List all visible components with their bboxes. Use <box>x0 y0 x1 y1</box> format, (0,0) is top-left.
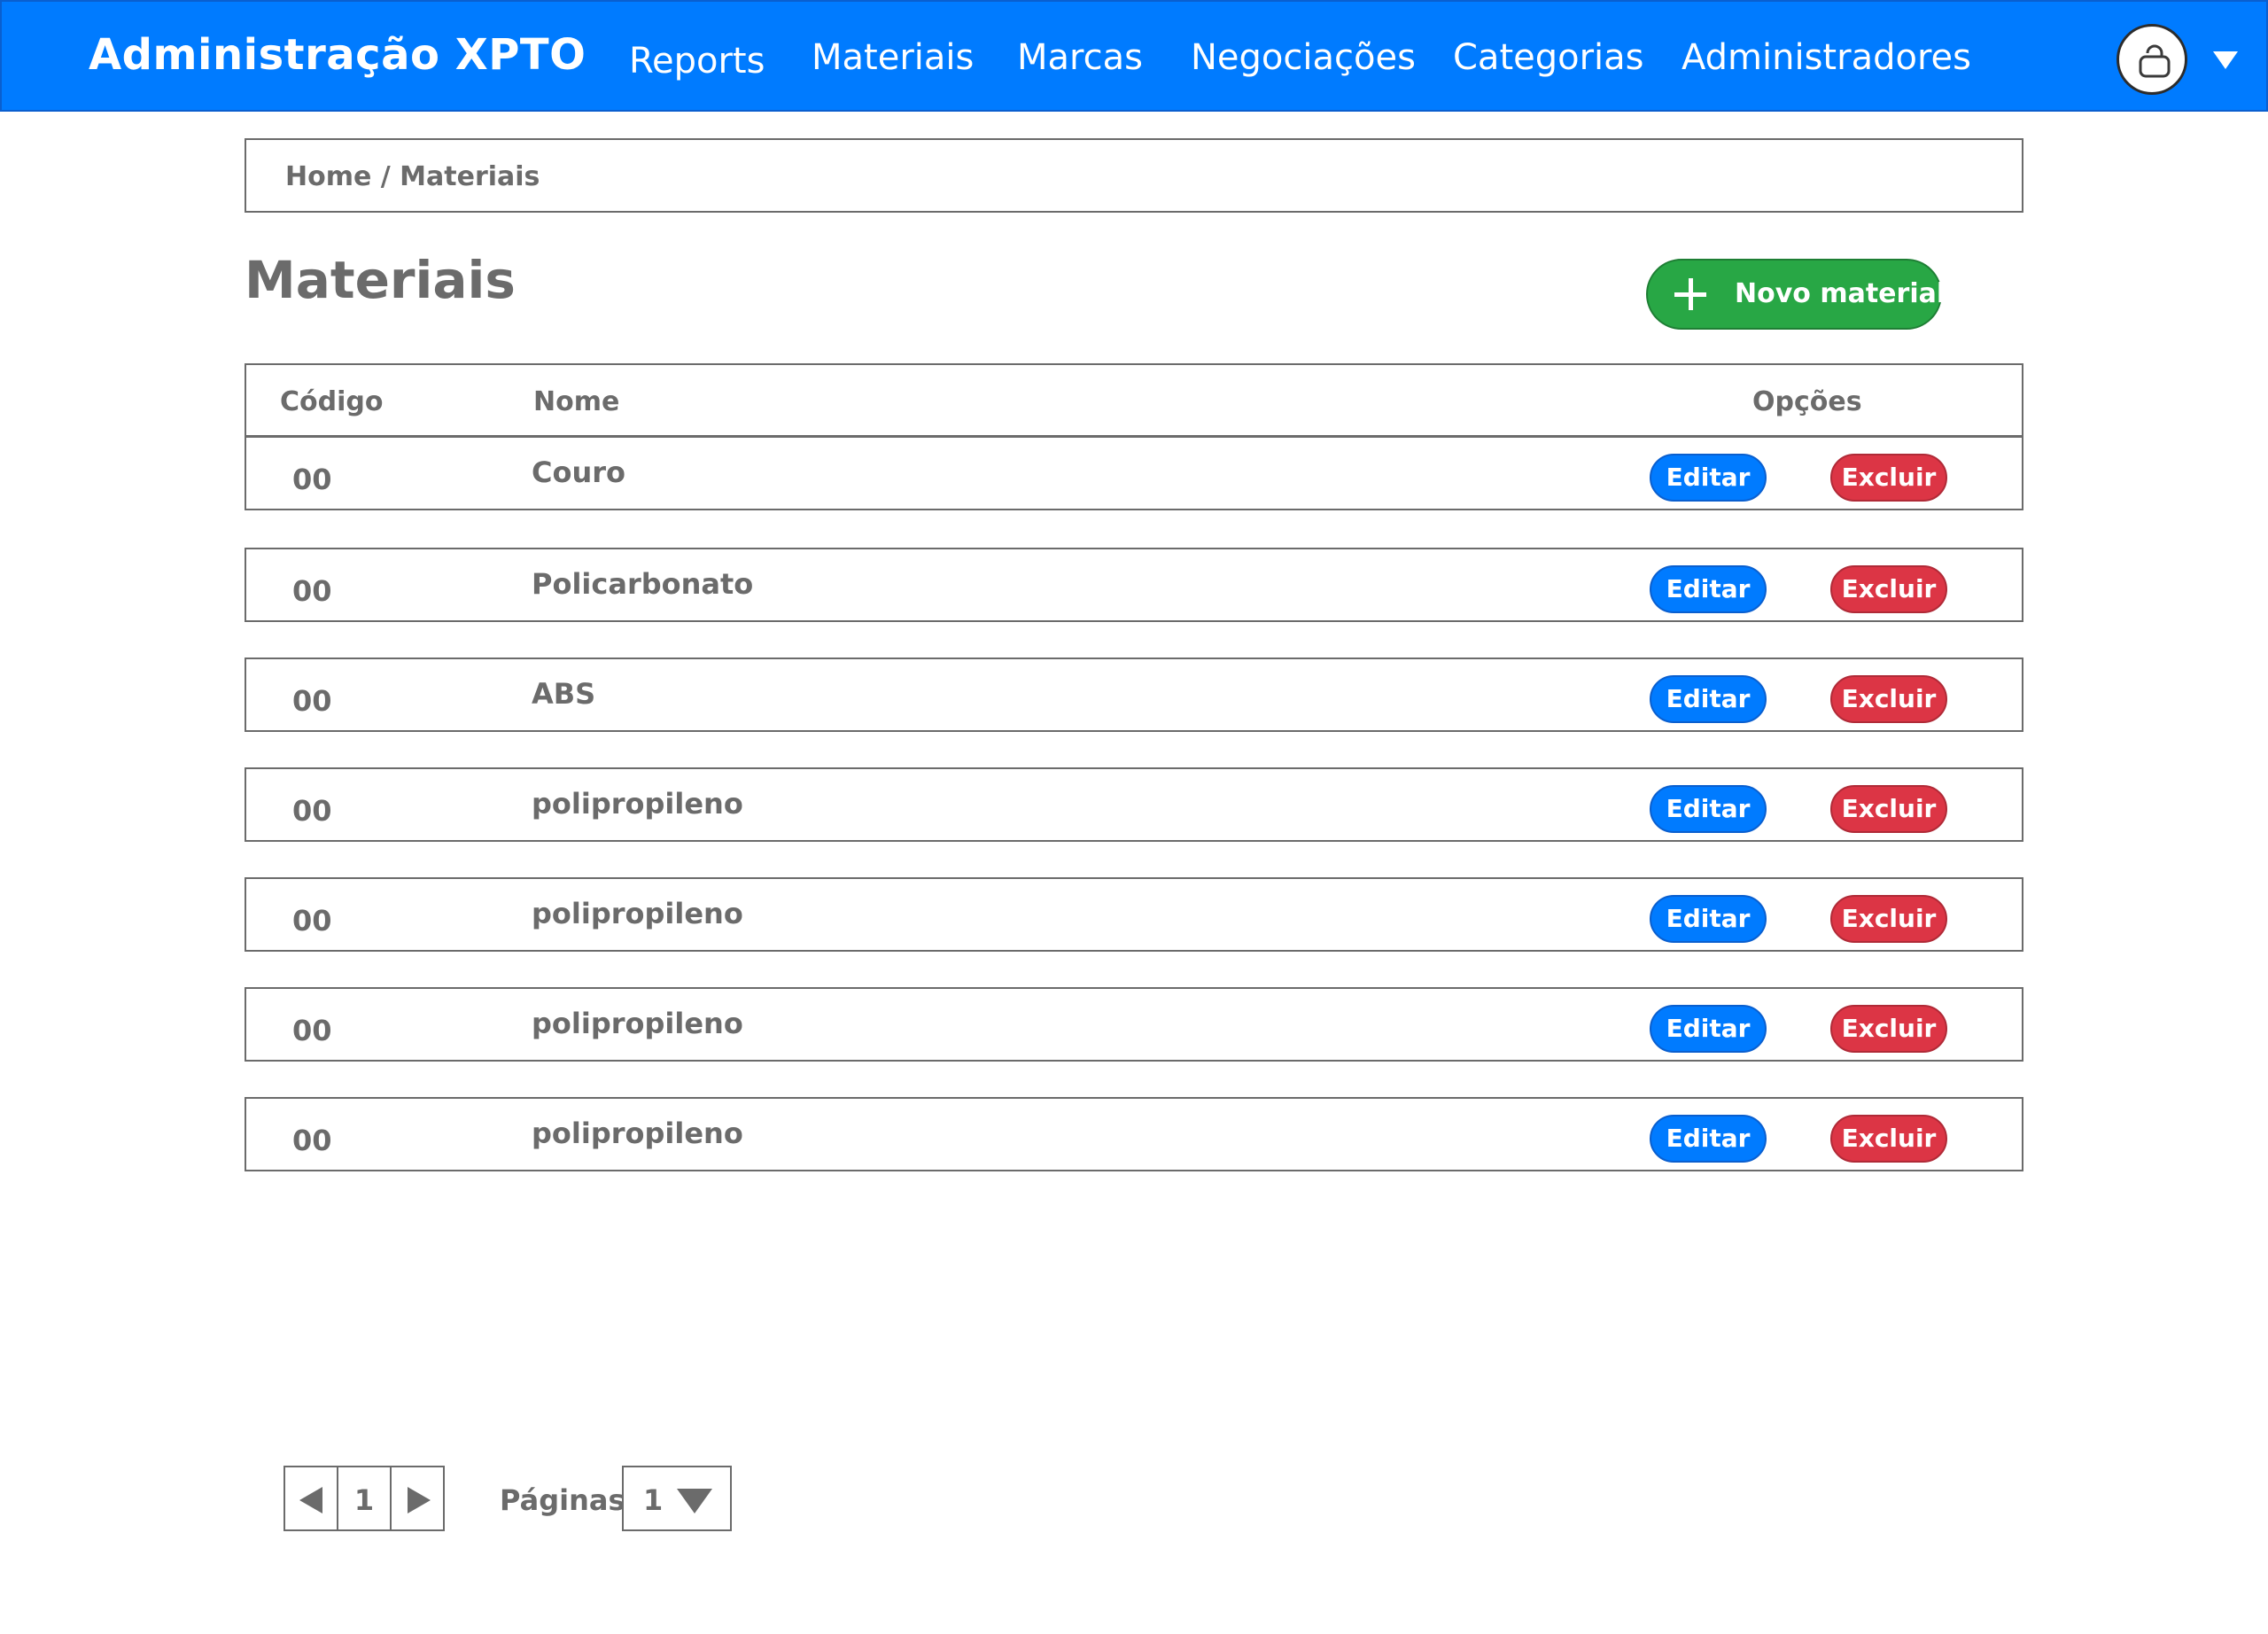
delete-button[interactable]: Excluir <box>1830 675 1947 723</box>
top-navbar: Administração XPTO Reports Materiais Mar… <box>0 0 2268 112</box>
cell-name: Couro <box>532 455 626 489</box>
table-row: 00 polipropileno Editar Excluir <box>245 1097 2023 1171</box>
delete-button[interactable]: Excluir <box>1830 565 1947 613</box>
caret-down-icon <box>677 1489 712 1513</box>
cell-code: 00 <box>292 684 332 718</box>
cell-code: 00 <box>292 904 332 938</box>
pages-label: Páginas <box>500 1483 625 1517</box>
current-page-number: 1 <box>353 1483 375 1517</box>
user-avatar[interactable] <box>2117 24 2187 95</box>
nav-item-reports[interactable]: Reports <box>629 41 765 82</box>
table-row: 00 polipropileno Editar Excluir <box>245 987 2023 1062</box>
plus-icon <box>1673 276 1708 312</box>
new-material-label: Novo material <box>1735 278 1946 309</box>
edit-button[interactable]: Editar <box>1650 1115 1767 1163</box>
nav-item-negociacoes[interactable]: Negociações <box>1191 37 1416 78</box>
cell-name: Policarbonato <box>532 567 754 601</box>
current-page-indicator: 1 <box>337 1466 392 1531</box>
cell-name: polipropileno <box>532 1117 743 1150</box>
cell-name: ABS <box>532 677 596 711</box>
column-header-options: Opções <box>1752 386 1862 417</box>
cell-code: 00 <box>292 794 332 828</box>
cell-name: polipropileno <box>532 787 743 821</box>
edit-button[interactable]: Editar <box>1650 895 1767 943</box>
delete-button[interactable]: Excluir <box>1830 895 1947 943</box>
table-row: 00 polipropileno Editar Excluir <box>245 877 2023 952</box>
cell-name: polipropileno <box>532 897 743 930</box>
cell-code: 00 <box>292 463 332 496</box>
table-header: Código Nome Opções <box>245 363 2023 438</box>
column-header-name: Nome <box>533 386 620 417</box>
nav-item-marcas[interactable]: Marcas <box>1017 37 1143 78</box>
delete-button[interactable]: Excluir <box>1830 1005 1947 1053</box>
new-material-button[interactable]: Novo material <box>1646 259 1946 330</box>
cell-name: polipropileno <box>532 1007 743 1040</box>
page-title: Materiais <box>245 250 516 310</box>
cell-code: 00 <box>292 1124 332 1157</box>
breadcrumb-text[interactable]: Home / Materiais <box>285 161 540 192</box>
caret-down-icon[interactable] <box>2213 51 2238 69</box>
nav-item-categorias[interactable]: Categorias <box>1453 37 1644 78</box>
cell-code: 00 <box>292 574 332 608</box>
delete-button[interactable]: Excluir <box>1830 785 1947 833</box>
column-header-code: Código <box>280 386 384 417</box>
pages-select-value: 1 <box>643 1483 664 1517</box>
table-row: 00 Policarbonato Editar Excluir <box>245 548 2023 622</box>
previous-page-button[interactable] <box>284 1466 338 1531</box>
breadcrumb: Home / Materiais <box>245 138 2023 213</box>
edit-button[interactable]: Editar <box>1650 454 1767 502</box>
arrow-right-icon <box>408 1487 431 1513</box>
next-page-button[interactable] <box>390 1466 445 1531</box>
delete-button[interactable]: Excluir <box>1830 1115 1947 1163</box>
nav-item-materiais[interactable]: Materiais <box>812 37 974 78</box>
arrow-left-icon <box>299 1487 322 1513</box>
table-row: 00 polipropileno Editar Excluir <box>245 767 2023 842</box>
table-row: 00 Couro Editar Excluir <box>245 436 2023 510</box>
pages-select[interactable]: 1 <box>622 1466 732 1531</box>
user-icon <box>2139 44 2171 78</box>
table-row: 00 ABS Editar Excluir <box>245 657 2023 732</box>
edit-button[interactable]: Editar <box>1650 565 1767 613</box>
nav-item-administradores[interactable]: Administradores <box>1682 37 1971 78</box>
edit-button[interactable]: Editar <box>1650 1005 1767 1053</box>
edit-button[interactable]: Editar <box>1650 785 1767 833</box>
brand-title[interactable]: Administração XPTO <box>89 30 586 80</box>
delete-button[interactable]: Excluir <box>1830 454 1947 502</box>
edit-button[interactable]: Editar <box>1650 675 1767 723</box>
cell-code: 00 <box>292 1014 332 1047</box>
